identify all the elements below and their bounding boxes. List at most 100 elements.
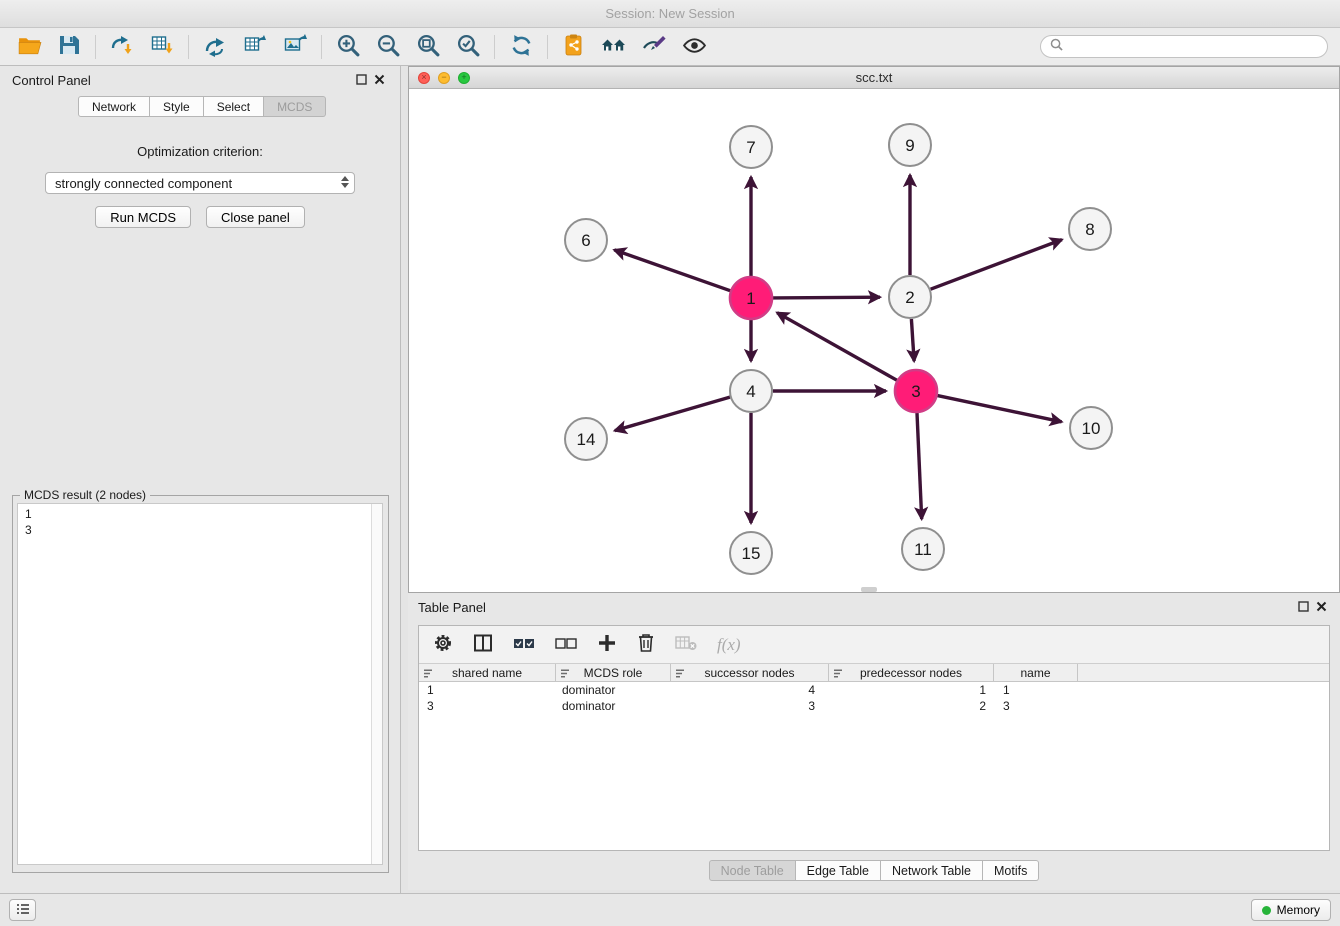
- tab-node-table[interactable]: Node Table: [709, 860, 796, 881]
- unselect-all-columns-button[interactable]: [555, 635, 577, 654]
- close-panel-button[interactable]: [370, 71, 388, 89]
- cell-successor-nodes[interactable]: 4: [671, 683, 829, 697]
- cell-shared-name[interactable]: 1: [419, 683, 556, 697]
- graph-node-8[interactable]: 8: [1069, 208, 1111, 250]
- copy-network-button[interactable]: [557, 32, 591, 62]
- delete-column-button[interactable]: [637, 633, 655, 656]
- run-mcds-button[interactable]: Run MCDS: [95, 206, 191, 228]
- mcds-result-list[interactable]: 1 3: [17, 503, 383, 865]
- show-hide-button[interactable]: [677, 32, 711, 62]
- columns-icon: [473, 633, 493, 656]
- optimization-criterion-select[interactable]: strongly connected component: [45, 172, 355, 194]
- search-box[interactable]: [1040, 35, 1328, 58]
- svg-text:4: 4: [746, 382, 755, 401]
- memory-status-icon: [1262, 906, 1271, 915]
- export-table-button[interactable]: [238, 32, 272, 62]
- tab-network-table[interactable]: Network Table: [881, 860, 983, 881]
- float-table-panel-button[interactable]: [1294, 598, 1312, 616]
- graph-node-11[interactable]: 11: [902, 528, 944, 570]
- tab-edge-table[interactable]: Edge Table: [796, 860, 881, 881]
- graph-node-2[interactable]: 2: [889, 276, 931, 318]
- cell-successor-nodes[interactable]: 3: [671, 699, 829, 713]
- mcds-result-title: MCDS result (2 nodes): [20, 488, 150, 502]
- graph-edge-3-11[interactable]: [917, 413, 922, 519]
- graph-edge-1-6[interactable]: [614, 250, 730, 291]
- select-all-columns-button[interactable]: [513, 635, 535, 654]
- svg-text:14: 14: [577, 430, 596, 449]
- column-header-shared-name[interactable]: shared name: [419, 664, 556, 681]
- tab-motifs[interactable]: Motifs: [983, 860, 1039, 881]
- column-header-successor-nodes[interactable]: successor nodes: [671, 664, 829, 681]
- cell-name[interactable]: 3: [994, 699, 1078, 713]
- refresh-layout-button[interactable]: [504, 32, 538, 62]
- tab-mcds[interactable]: MCDS: [264, 96, 326, 117]
- memory-button[interactable]: Memory: [1251, 899, 1331, 921]
- zoom-fit-button[interactable]: [411, 32, 445, 62]
- close-table-panel-button[interactable]: [1312, 598, 1330, 616]
- tab-style[interactable]: Style: [150, 96, 204, 117]
- close-panel-action-button[interactable]: Close panel: [206, 206, 305, 228]
- column-header-name[interactable]: name: [994, 664, 1078, 681]
- graph-node-9[interactable]: 9: [889, 124, 931, 166]
- control-panel-tabs: Network Style Select MCDS: [78, 96, 400, 117]
- create-column-button[interactable]: [597, 633, 617, 656]
- column-header-mcds-role[interactable]: MCDS role: [556, 664, 671, 681]
- network-canvas[interactable]: 7 9 6 8 1 2 4 3 14 10 15 11: [409, 89, 1339, 592]
- search-input[interactable]: [1069, 40, 1318, 54]
- task-history-button[interactable]: [9, 899, 36, 921]
- control-panel: Control Panel Network Style Select MCDS …: [0, 66, 401, 893]
- zoom-selected-icon: [456, 33, 481, 61]
- graph-edge-2-3[interactable]: [911, 319, 914, 361]
- graph-edge-3-1[interactable]: [777, 313, 897, 381]
- export-image-button[interactable]: [278, 32, 312, 62]
- graph-node-3[interactable]: 3: [895, 370, 937, 412]
- import-network-button[interactable]: [105, 32, 139, 62]
- graph-node-7[interactable]: 7: [730, 126, 772, 168]
- graph-node-14[interactable]: 14: [565, 418, 607, 460]
- cell-shared-name[interactable]: 3: [419, 699, 556, 713]
- delete-table-button[interactable]: [675, 634, 697, 655]
- cell-predecessor-nodes[interactable]: 1: [829, 683, 994, 697]
- tab-select[interactable]: Select: [204, 96, 264, 117]
- zoom-selected-button[interactable]: [451, 32, 485, 62]
- cell-mcds-role[interactable]: dominator: [556, 683, 671, 697]
- memory-label: Memory: [1277, 903, 1320, 917]
- cell-predecessor-nodes[interactable]: 2: [829, 699, 994, 713]
- minimize-window-icon[interactable]: −: [438, 72, 450, 84]
- zoom-out-button[interactable]: [371, 32, 405, 62]
- apply-style-button[interactable]: [637, 32, 671, 62]
- graph-node-10[interactable]: 10: [1070, 407, 1112, 449]
- table-row[interactable]: 1 dominator 4 1 1: [419, 682, 1329, 698]
- export-network-button[interactable]: [198, 32, 232, 62]
- save-session-button[interactable]: [52, 32, 86, 62]
- show-columns-button[interactable]: [473, 633, 493, 656]
- horizontal-scrollbar-handle[interactable]: [861, 587, 877, 592]
- column-header-predecessor-nodes[interactable]: predecessor nodes: [829, 664, 994, 681]
- import-table-button[interactable]: [145, 32, 179, 62]
- homes-icon: [601, 33, 627, 60]
- graph-edge-3-10[interactable]: [938, 396, 1062, 422]
- function-builder-button[interactable]: f(x): [717, 635, 741, 655]
- graph-edge-1-2[interactable]: [773, 297, 880, 298]
- maximize-window-icon[interactable]: +: [458, 72, 470, 84]
- result-scrollbar[interactable]: [371, 504, 382, 864]
- column-sort-icon: [833, 668, 844, 682]
- zoom-in-button[interactable]: [331, 32, 365, 62]
- graph-node-4[interactable]: 4: [730, 370, 772, 412]
- open-session-button[interactable]: [12, 32, 46, 62]
- cell-mcds-role[interactable]: dominator: [556, 699, 671, 713]
- first-neighbors-button[interactable]: [597, 32, 631, 62]
- graph-node-15[interactable]: 15: [730, 532, 772, 574]
- tab-network[interactable]: Network: [78, 96, 150, 117]
- table-options-button[interactable]: [433, 633, 453, 656]
- clipboard-icon: [562, 33, 586, 60]
- table-row[interactable]: 3 dominator 3 2 3: [419, 698, 1329, 714]
- graph-edge-2-8[interactable]: [931, 240, 1062, 290]
- close-window-icon[interactable]: ×: [418, 72, 430, 84]
- graph-node-6[interactable]: 6: [565, 219, 607, 261]
- network-graph[interactable]: 7 9 6 8 1 2 4 3 14 10 15 11: [409, 89, 1339, 592]
- cell-name[interactable]: 1: [994, 683, 1078, 697]
- float-panel-button[interactable]: [352, 71, 370, 89]
- graph-node-1[interactable]: 1: [730, 277, 772, 319]
- graph-edge-4-14[interactable]: [615, 397, 730, 431]
